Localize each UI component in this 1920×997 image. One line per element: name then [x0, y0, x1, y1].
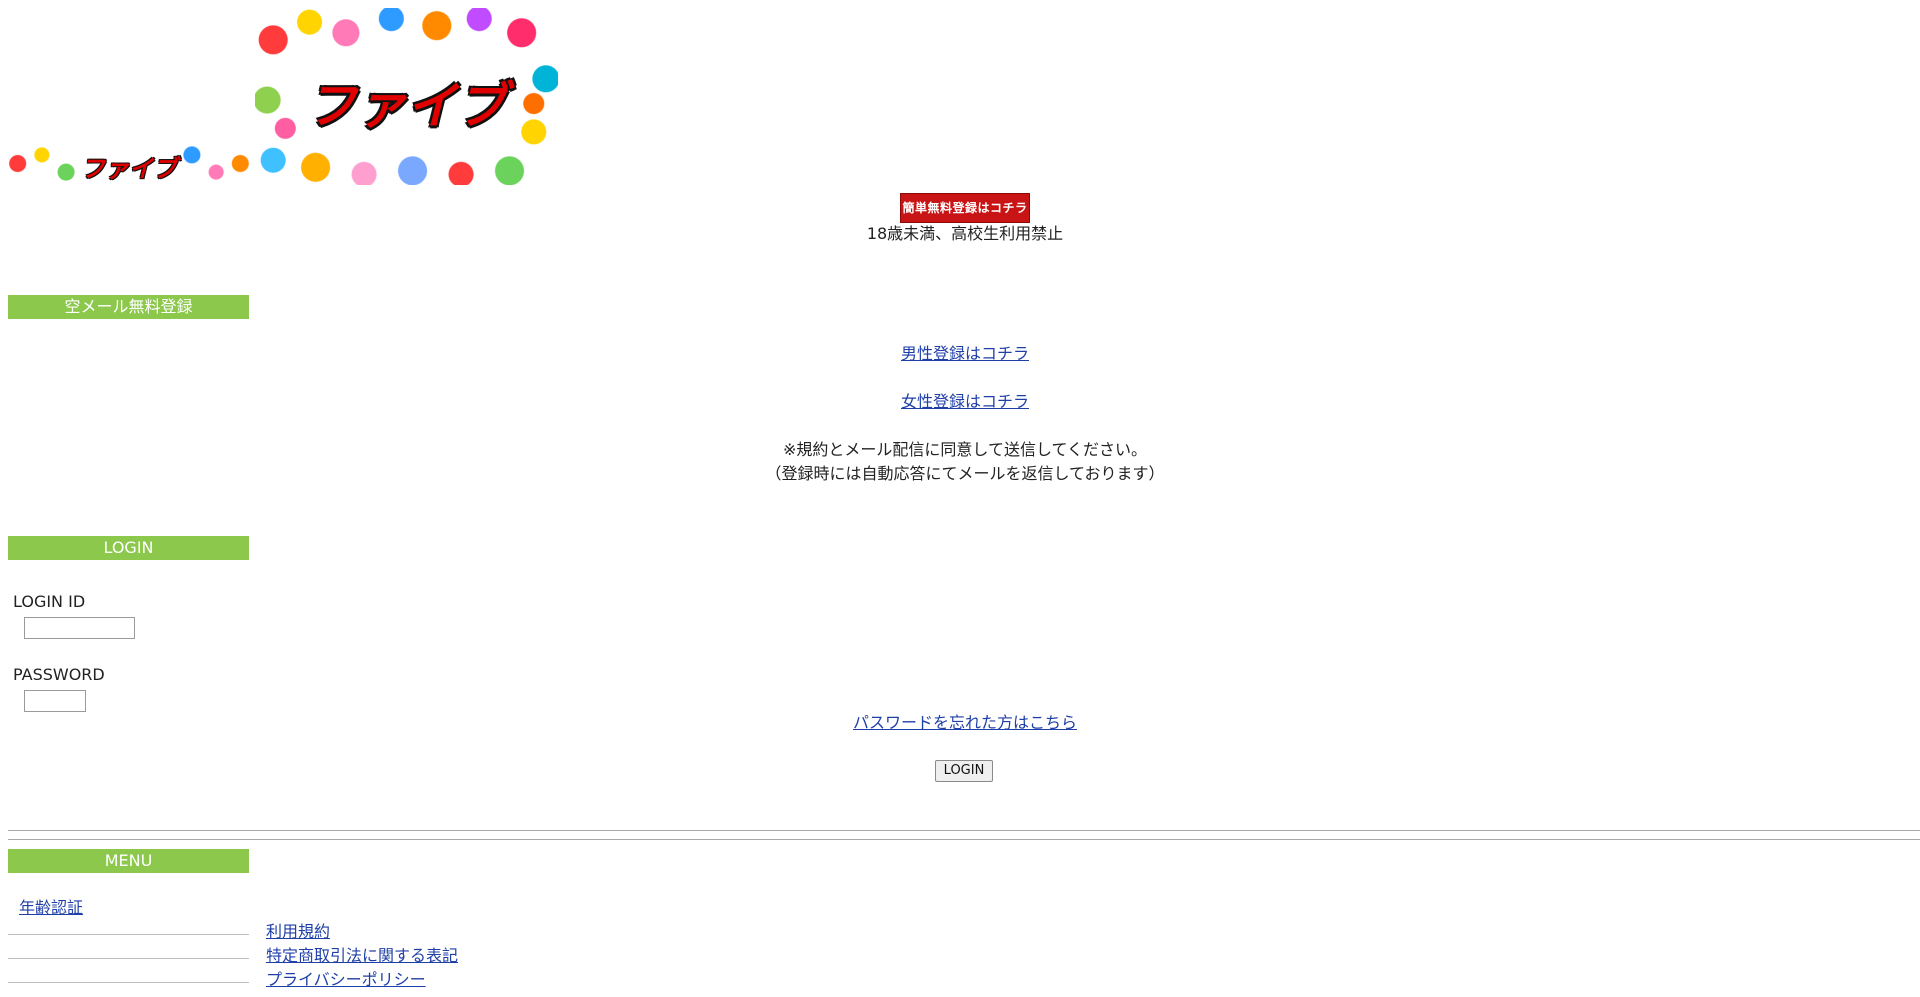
login-submit-button[interactable]: LOGIN: [935, 760, 993, 782]
terms-link[interactable]: 利用規約: [266, 921, 330, 943]
login-heading: LOGIN: [8, 536, 249, 560]
separator-bottom: [8, 839, 1920, 840]
female-register-link[interactable]: 女性登録はコチラ: [901, 392, 1029, 411]
menu-divider-2: [8, 958, 249, 959]
login-id-label: LOGIN ID: [13, 592, 86, 611]
register-notice: ※規約とメール配信に同意して送信してください。 （登録時には自動応答にてメールを…: [640, 438, 1290, 486]
logo-small[interactable]: ファイブ: [8, 142, 250, 185]
commerce-law-link[interactable]: 特定商取引法に関する表記: [266, 945, 458, 967]
forgot-password-row: パスワードを忘れた方はこちら: [700, 711, 1230, 735]
forgot-password-link[interactable]: パスワードを忘れた方はこちら: [853, 713, 1077, 732]
menu-divider-3: [8, 982, 249, 983]
free-register-button[interactable]: 簡単無料登録はコチラ: [900, 193, 1030, 223]
login-id-input[interactable]: [24, 617, 135, 639]
male-register-link[interactable]: 男性登録はコチラ: [901, 344, 1029, 363]
register-notice-line1: ※規約とメール配信に同意して送信してください。: [783, 440, 1147, 459]
empty-mail-heading: 空メール無料登録: [8, 295, 249, 319]
register-notice-line2: （登録時には自動応答にてメールを返信しております）: [765, 464, 1165, 483]
menu-divider-1: [8, 934, 249, 935]
logo-large-text: ファイブ: [306, 77, 507, 135]
password-label: PASSWORD: [13, 665, 105, 684]
female-register-row: 女性登録はコチラ: [700, 390, 1230, 414]
menu-heading: MENU: [8, 849, 249, 873]
separator-top: [8, 830, 1920, 831]
male-register-row: 男性登録はコチラ: [700, 342, 1230, 366]
logo-small-text: ファイブ: [81, 155, 177, 183]
age-notice: 18歳未満、高校生利用禁止: [866, 224, 1064, 243]
password-input[interactable]: [24, 690, 86, 712]
logo-large[interactable]: ファイブ: [255, 8, 558, 185]
privacy-policy-link[interactable]: プライバシーポリシー: [266, 969, 426, 991]
age-verification-link[interactable]: 年齢認証: [19, 897, 83, 919]
